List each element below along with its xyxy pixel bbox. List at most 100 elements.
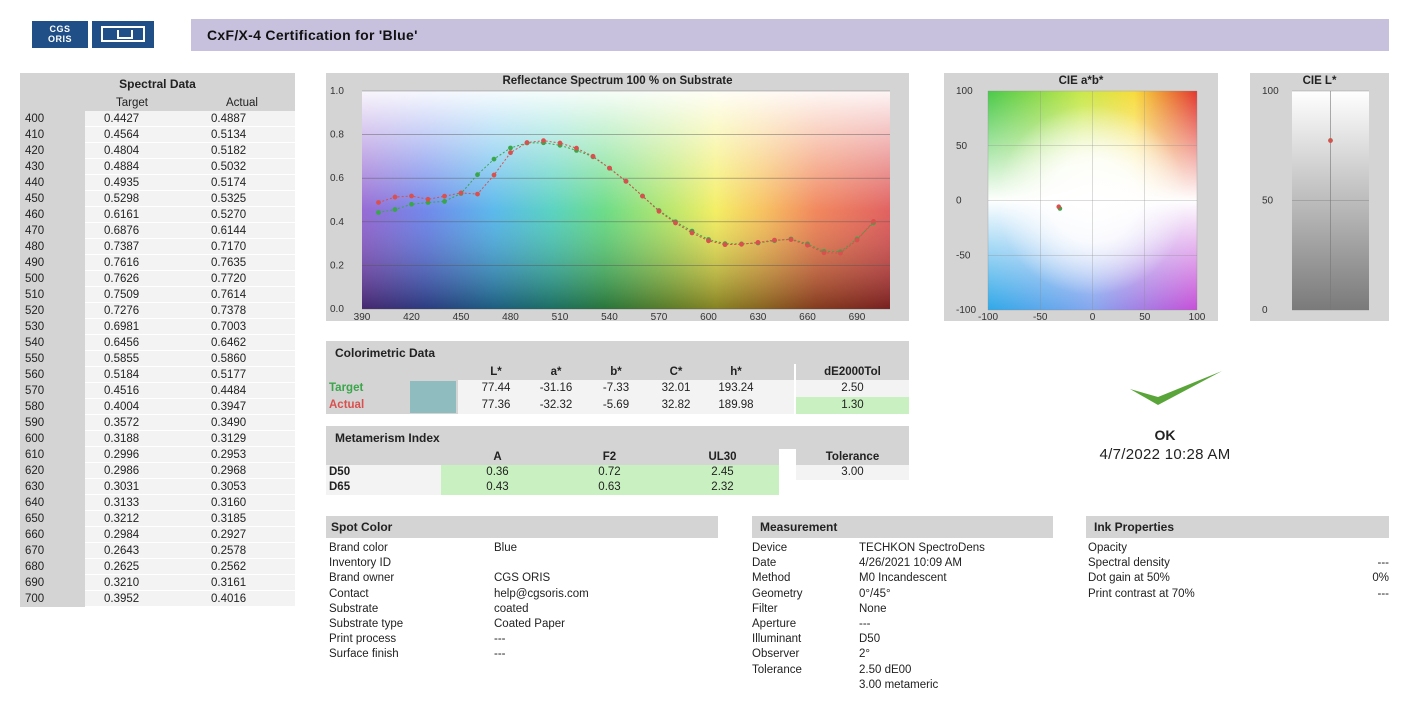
y-tick-label: 0.4 bbox=[330, 217, 344, 228]
de-tol-header: dE2000Tol bbox=[796, 364, 909, 380]
wavelength-cell: 690 bbox=[20, 575, 85, 591]
target-cell: 0.4884 bbox=[85, 159, 190, 175]
table-row: 410 0.4564 0.5134 bbox=[20, 127, 295, 143]
target-cell: 0.7616 bbox=[85, 255, 190, 271]
table-row: 510 0.7509 0.7614 bbox=[20, 287, 295, 303]
target-cell: 0.3212 bbox=[85, 511, 190, 527]
target-cell: 0.2643 bbox=[85, 543, 190, 559]
data-point bbox=[739, 241, 744, 247]
actual-cell: 0.6462 bbox=[190, 335, 295, 351]
ink-properties-title: Ink Properties bbox=[1094, 520, 1175, 534]
target-cell: 0.6876 bbox=[85, 223, 190, 239]
y-tick-label: 0 bbox=[1262, 305, 1268, 316]
y-tick-label: 50 bbox=[956, 141, 968, 152]
cie-ab-chart: -100 -50 0 50 100 -100 -50 0 50 100 bbox=[956, 86, 1206, 321]
cie-l-chart: 0 50 100 bbox=[1262, 86, 1369, 316]
target-cell: 0.6161 bbox=[85, 207, 190, 223]
target-cell: 0.7509 bbox=[85, 287, 190, 303]
metamerism-header: A bbox=[493, 451, 502, 463]
colorimetric-table: L* a* b* C* h* dE2000Tol Target Actual 77.44… bbox=[326, 364, 909, 414]
ink-properties-title-bar: Ink Properties bbox=[1086, 516, 1389, 538]
colorimetric-header: a* bbox=[550, 366, 562, 378]
actual-cell: 0.3490 bbox=[190, 415, 295, 431]
checkmark-icon bbox=[1130, 371, 1222, 405]
target-cell: 0.2986 bbox=[85, 463, 190, 479]
target-cell: 0.3031 bbox=[85, 479, 190, 495]
table-row: 450 0.5298 0.5325 bbox=[20, 191, 295, 207]
target-cell: 0.4804 bbox=[85, 143, 190, 159]
title-bar: CxF/X-4 Certification for 'Blue' bbox=[191, 19, 1389, 51]
table-row: 480 0.7387 0.7170 bbox=[20, 239, 295, 255]
info-value: 2.50 dE00 bbox=[859, 663, 912, 676]
x-tick-label: 390 bbox=[354, 312, 371, 321]
target-cell: 0.3952 bbox=[85, 591, 190, 607]
ink-properties-list: Opacity Spectral density --- Dot gain at 50… bbox=[1088, 542, 1389, 612]
y-tick-label: 0.6 bbox=[330, 173, 344, 184]
table-row: 570 0.4516 0.4484 bbox=[20, 383, 295, 399]
info-value: --- bbox=[1377, 557, 1390, 570]
target-label: Target bbox=[329, 382, 364, 394]
wavelength-cell: 410 bbox=[20, 127, 85, 143]
actual-cell: 0.3947 bbox=[190, 399, 295, 415]
y-tick-label: 0.2 bbox=[330, 260, 344, 271]
data-point bbox=[706, 238, 711, 244]
x-tick-label: 420 bbox=[403, 312, 420, 321]
target-cell: 0.5855 bbox=[85, 351, 190, 367]
info-value: help@cgsoris.com bbox=[494, 587, 589, 600]
actual-cell: 0.4887 bbox=[190, 111, 295, 127]
wavelength-cell: 560 bbox=[20, 367, 85, 383]
table-row: 560 0.5184 0.5177 bbox=[20, 367, 295, 383]
data-point bbox=[442, 193, 447, 199]
table-row: 420 0.4804 0.5182 bbox=[20, 143, 295, 159]
info-label: Dot gain at 50% bbox=[1088, 572, 1170, 585]
data-point bbox=[772, 237, 777, 243]
cie-ab-panel: CIE a*b* -100 -50 0 50 100 -100 -50 0 50… bbox=[944, 73, 1218, 321]
table-row: 620 0.2986 0.2968 bbox=[20, 463, 295, 479]
wavelength-cell: 680 bbox=[20, 559, 85, 575]
target-cell: 0.2984 bbox=[85, 527, 190, 543]
table-row: 680 0.2625 0.2562 bbox=[20, 559, 295, 575]
metamerism-value: 0.72 bbox=[553, 465, 666, 480]
info-value: Blue bbox=[494, 542, 518, 554]
logo-text: CGS ORIS bbox=[32, 21, 88, 48]
table-row: 590 0.3572 0.3490 bbox=[20, 415, 295, 431]
table-row: 550 0.5855 0.5860 bbox=[20, 351, 295, 367]
page-title: CxF/X-4 Certification for 'Blue' bbox=[207, 27, 418, 43]
data-point bbox=[805, 242, 810, 248]
de-tol-value: 2.50 bbox=[796, 380, 909, 397]
data-point bbox=[491, 172, 497, 178]
data-point bbox=[838, 250, 843, 256]
target-value: 193.24 bbox=[718, 382, 754, 394]
info-value: --- bbox=[494, 633, 506, 646]
actual-cell: 0.3185 bbox=[190, 511, 295, 527]
data-point bbox=[541, 138, 546, 144]
x-tick-label: 0 bbox=[1090, 312, 1096, 321]
colorimetric-header: b* bbox=[610, 366, 622, 378]
data-point bbox=[475, 172, 480, 178]
table-row: 500 0.7626 0.7720 bbox=[20, 271, 295, 287]
info-label: Method bbox=[752, 572, 791, 585]
actual-value: -32.32 bbox=[539, 399, 573, 411]
spectral-data-rows: 400 0.4427 0.4887 410 0.4564 0.5134 420 0.4804 0… bbox=[20, 111, 295, 607]
table-row: 640 0.3133 0.3160 bbox=[20, 495, 295, 511]
info-value: 0% bbox=[1372, 572, 1389, 585]
target-cell: 0.7387 bbox=[85, 239, 190, 255]
result-status: OK bbox=[1154, 427, 1176, 443]
wavelength-cell: 490 bbox=[20, 255, 85, 271]
target-cell: 0.4004 bbox=[85, 399, 190, 415]
target-cell: 0.5298 bbox=[85, 191, 190, 207]
wavelength-cell: 570 bbox=[20, 383, 85, 399]
wavelength-cell: 670 bbox=[20, 543, 85, 559]
table-row: 610 0.2996 0.2953 bbox=[20, 447, 295, 463]
info-label: Substrate bbox=[329, 602, 379, 615]
y-tick-label: 0.8 bbox=[330, 130, 344, 141]
target-cell: 0.4427 bbox=[85, 111, 190, 127]
wavelength-cell: 520 bbox=[20, 303, 85, 319]
wavelength-cell: 540 bbox=[20, 335, 85, 351]
metamerism-title-bar: Metamerism Index bbox=[326, 426, 909, 449]
actual-cell: 0.7720 bbox=[190, 271, 295, 287]
actual-value: -5.69 bbox=[602, 399, 630, 411]
info-label: Observer bbox=[752, 648, 800, 661]
data-point bbox=[1056, 204, 1062, 210]
x-tick-label: 50 bbox=[1139, 312, 1151, 321]
